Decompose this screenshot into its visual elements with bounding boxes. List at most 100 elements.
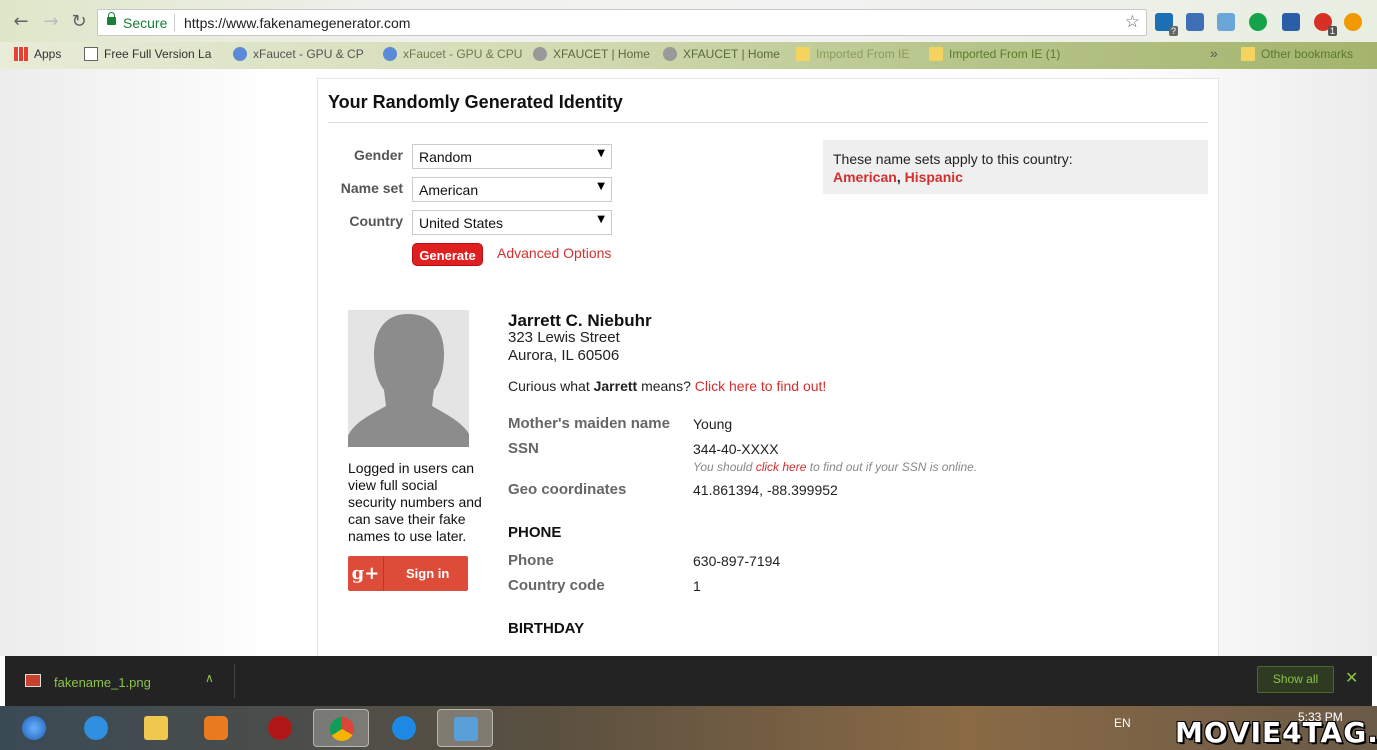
chrome-icon bbox=[330, 717, 354, 741]
watermark-text: MOVIE4TAG.GA bbox=[1175, 716, 1377, 749]
extension-screenshot-icon[interactable] bbox=[1217, 13, 1235, 31]
nameset-select[interactable]: American ▼ bbox=[412, 177, 612, 202]
back-arrow-icon[interactable]: ← bbox=[10, 11, 32, 33]
bookmark-label: Imported From IE (1) bbox=[949, 47, 1061, 61]
taskbar-app-red[interactable] bbox=[252, 709, 308, 747]
nameset-link-american[interactable]: American bbox=[833, 169, 897, 185]
nameset-separator: , bbox=[896, 169, 901, 185]
windows-taskbar: EN 5:33 PM bbox=[0, 706, 1377, 750]
bookmark-folder-ie-1[interactable]: Imported From IE (1) bbox=[929, 47, 1079, 61]
taskbar-chrome[interactable] bbox=[313, 709, 369, 747]
ssn-check-link[interactable]: click here bbox=[756, 460, 807, 474]
maiden-name-value: Young bbox=[693, 416, 733, 432]
bookmark-star-icon[interactable]: ☆ bbox=[1125, 12, 1140, 32]
bookmark-label: Other bookmarks bbox=[1261, 47, 1354, 61]
google-plus-signin-button[interactable]: g+ Sign in bbox=[348, 556, 468, 591]
download-filename[interactable]: fakename_1.png bbox=[54, 675, 151, 690]
ssn-value: 344-40-XXXX bbox=[693, 441, 779, 457]
title-divider bbox=[328, 122, 1208, 123]
bookmark-xfaucet-home-1[interactable]: XFAUCET | Home bbox=[533, 47, 653, 61]
phone-value: 630-897-7194 bbox=[693, 553, 781, 569]
taskbar-control-panel[interactable] bbox=[437, 709, 493, 747]
app-red-icon bbox=[268, 716, 292, 740]
extension-adblock-icon[interactable]: 1 bbox=[1314, 13, 1337, 36]
chevron-up-icon[interactable]: ∧ bbox=[205, 671, 214, 685]
download-bar: fakename_1.png ∧ Show all ✕ bbox=[5, 656, 1372, 706]
language-indicator[interactable]: EN bbox=[1114, 716, 1131, 730]
curious-suffix: means? bbox=[637, 378, 695, 394]
identity-city: Aurora, IL 60506 bbox=[508, 347, 620, 364]
bookmark-xfaucet-1[interactable]: xFaucet - GPU & CP bbox=[233, 47, 369, 61]
curious-prefix: Curious what bbox=[508, 378, 594, 394]
country-code-label: Country code bbox=[508, 577, 605, 594]
geo-coordinates-label: Geo coordinates bbox=[508, 481, 627, 498]
close-icon[interactable]: ✕ bbox=[1345, 668, 1358, 687]
taskbar-internet-explorer[interactable] bbox=[68, 709, 124, 747]
nameset-label: Name set bbox=[340, 180, 403, 196]
bookmark-free-full-version[interactable]: Free Full Version La bbox=[84, 47, 216, 61]
name-meaning-link[interactable]: Click here to find out! bbox=[695, 378, 827, 394]
gender-select[interactable]: Random ▼ bbox=[412, 144, 612, 169]
globe-icon bbox=[533, 47, 547, 61]
geo-coordinates-link[interactable]: 41.861394, -88.399952 bbox=[693, 482, 838, 498]
person-silhouette-icon bbox=[348, 310, 469, 447]
ssn-note: You should click here to find out if you… bbox=[693, 460, 977, 474]
bookmark-label: xFaucet - GPU & CPU bbox=[403, 47, 523, 61]
nameset-link-hispanic[interactable]: Hispanic bbox=[905, 169, 963, 185]
bookmark-other-bookmarks[interactable]: Other bookmarks bbox=[1241, 47, 1366, 61]
extension-people-icon[interactable] bbox=[1186, 13, 1204, 31]
start-button[interactable] bbox=[6, 709, 62, 747]
generate-button[interactable]: Generate bbox=[412, 243, 483, 266]
internet-explorer-icon bbox=[84, 716, 108, 740]
country-label: Country bbox=[349, 213, 403, 229]
forward-arrow-icon[interactable]: → bbox=[40, 11, 62, 33]
phone-label: Phone bbox=[508, 552, 554, 569]
show-all-downloads-button[interactable]: Show all bbox=[1257, 666, 1334, 693]
lock-icon bbox=[107, 12, 116, 25]
advanced-options-link[interactable]: Advanced Options bbox=[497, 245, 611, 261]
login-info-text: Logged in users can view full social sec… bbox=[348, 460, 482, 544]
country-select[interactable]: United States ▼ bbox=[412, 210, 612, 235]
extension-badge: ? bbox=[1168, 26, 1178, 36]
bookmark-xfaucet-2[interactable]: xFaucet - GPU & CPU bbox=[383, 47, 523, 61]
country-code-value: 1 bbox=[693, 578, 701, 594]
identity-street: 323 Lewis Street bbox=[508, 329, 620, 346]
ssn-note-suffix: to find out if your SSN is online. bbox=[806, 460, 978, 474]
gender-label: Gender bbox=[353, 147, 403, 163]
extension-grammarly-icon[interactable] bbox=[1249, 13, 1267, 31]
bookmark-label: XFAUCET | Home bbox=[683, 47, 780, 61]
taskbar-app-blue[interactable] bbox=[376, 709, 432, 747]
apps-grid-icon bbox=[14, 47, 28, 61]
dropdown-arrow-icon: ▼ bbox=[597, 148, 605, 159]
maiden-name-label: Mother's maiden name bbox=[508, 415, 670, 432]
folder-icon bbox=[796, 47, 810, 61]
extension-account-icon[interactable] bbox=[1282, 13, 1300, 31]
address-bar[interactable]: Secure https://www.fakenamegenerator.com… bbox=[97, 9, 1147, 36]
taskbar-file-explorer[interactable] bbox=[128, 709, 184, 747]
name-meaning-line: Curious what Jarrett means? Click here t… bbox=[508, 378, 826, 394]
google-plus-icon: g+ bbox=[348, 556, 384, 591]
dropdown-arrow-icon: ▼ bbox=[597, 181, 605, 192]
dropdown-arrow-icon: ▼ bbox=[597, 214, 605, 225]
signin-label: Sign in bbox=[406, 566, 450, 581]
windows-logo-icon bbox=[22, 716, 46, 740]
reload-icon[interactable]: ↻ bbox=[68, 11, 90, 33]
bookmark-apps[interactable]: Apps bbox=[14, 47, 74, 61]
identity-name: Jarrett C. Niebuhr bbox=[508, 311, 652, 330]
app-blue-icon bbox=[392, 716, 416, 740]
image-file-icon bbox=[25, 674, 41, 687]
extension-linkedin-icon[interactable]: ? bbox=[1155, 13, 1178, 36]
bookmark-folder-ie[interactable]: Imported From IE bbox=[796, 47, 916, 61]
bookmarks-overflow-chevron-icon[interactable]: » bbox=[1210, 45, 1218, 61]
chrome-update-icon[interactable] bbox=[1344, 13, 1362, 31]
url-text[interactable]: https://www.fakenamegenerator.com bbox=[184, 15, 410, 31]
ssn-note-prefix: You should bbox=[693, 460, 756, 474]
taskbar-media-player[interactable] bbox=[188, 709, 244, 747]
bookmarks-bar: Apps Free Full Version La xFaucet - GPU … bbox=[0, 42, 1377, 69]
avatar bbox=[348, 310, 469, 447]
folder-icon bbox=[1241, 47, 1255, 61]
globe-icon bbox=[663, 47, 677, 61]
secure-label: Secure bbox=[123, 15, 168, 31]
bookmark-label: Imported From IE bbox=[816, 47, 910, 61]
bookmark-xfaucet-home-2[interactable]: XFAUCET | Home bbox=[663, 47, 783, 61]
